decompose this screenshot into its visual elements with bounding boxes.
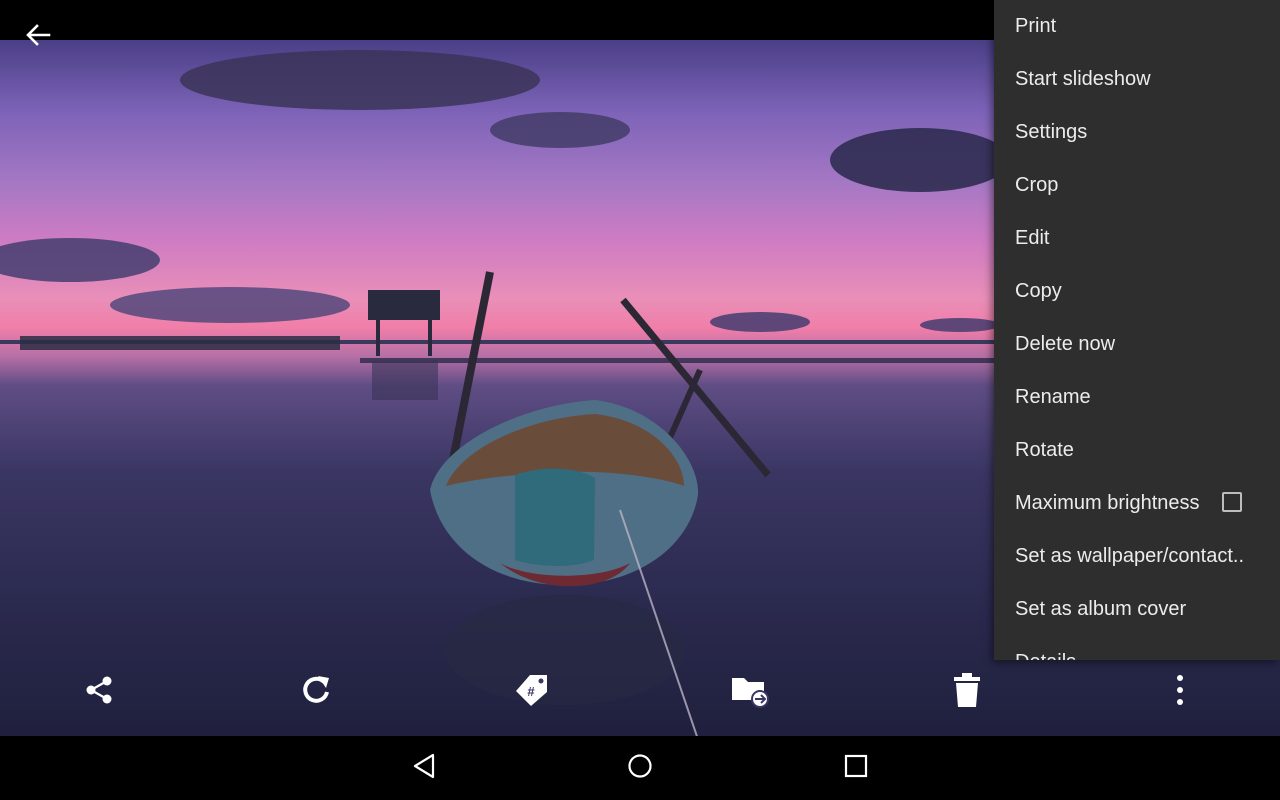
nav-recents-button[interactable] [840,752,872,784]
more-options-button[interactable] [1160,672,1200,712]
menu-item-copy[interactable]: Copy [994,265,1280,318]
tags-button[interactable]: # [512,672,552,712]
menu-item-set-as-album-cover[interactable]: Set as album cover [994,583,1280,636]
share-button[interactable] [79,672,119,712]
tag-icon: # [514,672,550,713]
delete-icon [953,672,981,712]
menu-item-settings[interactable]: Settings [994,106,1280,159]
delete-button[interactable] [947,672,987,712]
menu-item-rename[interactable]: Rename [994,371,1280,424]
svg-text:#: # [527,684,535,699]
maximum-brightness-checkbox[interactable] [1222,492,1242,512]
nav-home-button[interactable] [624,752,656,784]
menu-item-delete-now[interactable]: Delete now [994,318,1280,371]
arrow-back-icon [25,23,51,52]
circle-home-icon [627,753,653,784]
square-recents-icon [844,754,868,783]
back-button[interactable] [18,20,58,54]
move-to-folder-button[interactable] [730,672,770,712]
rotate-icon [298,672,334,713]
menu-item-rotate[interactable]: Rotate [994,424,1280,477]
bottom-toolbar: # [0,660,1280,724]
menu-item-crop[interactable]: Crop [994,159,1280,212]
overflow-menu: Print Start slideshow Settings Crop Edit… [994,0,1280,660]
share-icon [83,674,115,711]
menu-item-print[interactable]: Print [994,0,1280,53]
menu-item-details[interactable]: Details [994,636,1280,660]
triangle-back-icon [412,753,436,784]
move-to-folder-icon [730,672,770,713]
more-vert-icon [1175,674,1185,711]
nav-back-button[interactable] [408,752,440,784]
menu-item-set-as-wallpaper[interactable]: Set as wallpaper/contact.. [994,530,1280,583]
menu-item-edit[interactable]: Edit [994,212,1280,265]
menu-item-maximum-brightness[interactable]: Maximum brightness [994,477,1280,530]
system-navigation-bar [0,736,1280,800]
rotate-button[interactable] [296,672,336,712]
menu-item-start-slideshow[interactable]: Start slideshow [994,53,1280,106]
